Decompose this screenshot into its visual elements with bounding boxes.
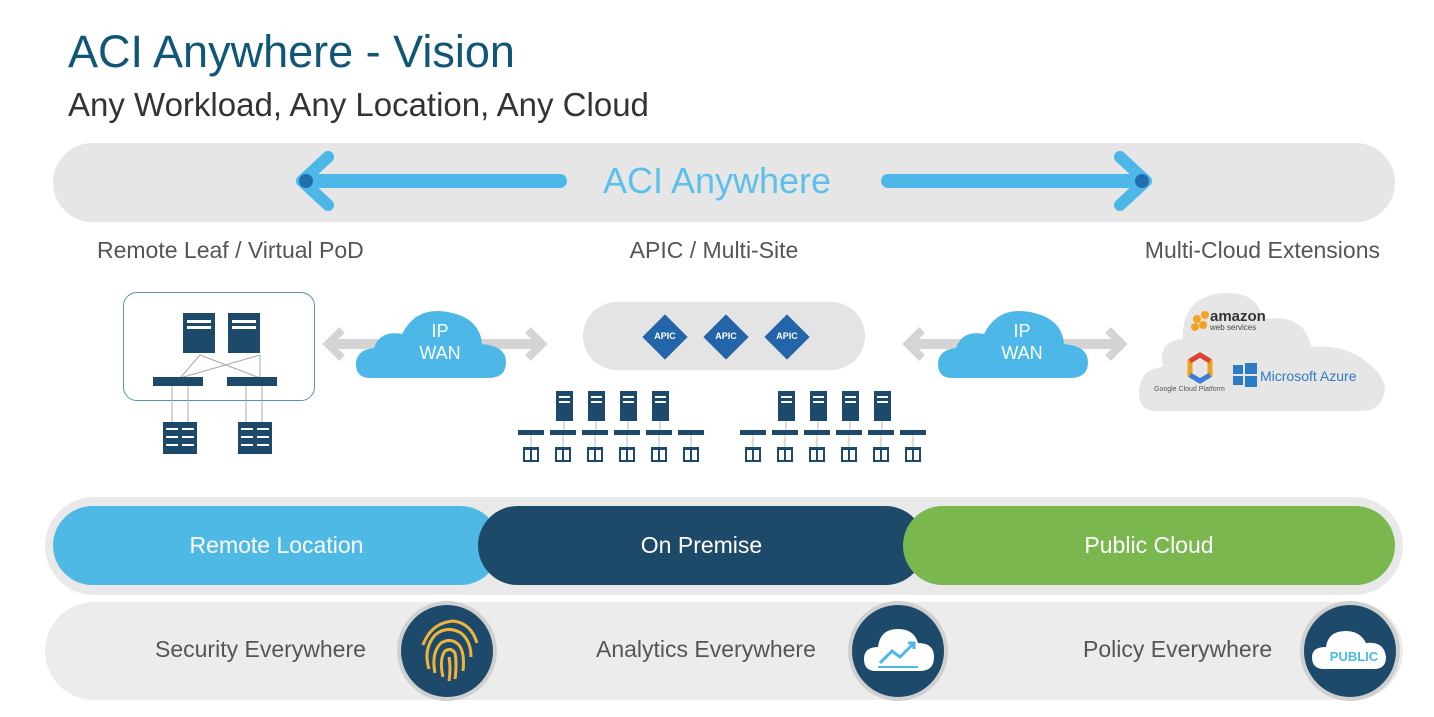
- fingerprint-icon: [401, 605, 493, 697]
- aws-logo-subtext: web services: [1210, 323, 1257, 332]
- azure-logo-text: Microsoft Azure: [1260, 368, 1357, 384]
- google-cloud-logo-text: Google Cloud Platform: [1154, 386, 1225, 393]
- apic-icon: APIC: [641, 314, 689, 360]
- analytics-cloud-icon: [852, 605, 944, 697]
- spine-switch: [778, 391, 795, 421]
- page-subtitle: Any Workload, Any Location, Any Cloud: [68, 86, 649, 123]
- segment-on-premise: On Premise: [478, 506, 925, 585]
- ip-wan-label-left: IP WAN: [419, 321, 461, 363]
- spine-switch: [810, 391, 827, 421]
- ip-wan-label-right: IP WAN: [1001, 321, 1043, 363]
- section-label-apic: APIC / Multi-Site: [629, 237, 799, 263]
- leaf-switch: [614, 430, 640, 435]
- public-badge: PUBLIC: [1329, 649, 1379, 664]
- apic-icon: APIC: [763, 314, 811, 360]
- capability-label-security: Security Everywhere: [155, 636, 366, 662]
- spine-switch: [556, 391, 573, 421]
- leaf-switch: [900, 430, 926, 435]
- leaf-switch: [678, 430, 704, 435]
- leaf-switch: [646, 430, 672, 435]
- page-title: ACI Anywhere - Vision: [68, 26, 515, 77]
- remote-leaf-topology-icon: [153, 313, 277, 454]
- apic-icon: APIC: [702, 314, 750, 360]
- banner-label: ACI Anywhere: [602, 160, 832, 201]
- leaf-switch: [582, 430, 608, 435]
- section-label-remote-leaf: Remote Leaf / Virtual PoD: [97, 237, 364, 263]
- segment-remote-location: Remote Location: [53, 506, 500, 585]
- leaf-switch: [518, 430, 544, 435]
- spine-switch: [842, 391, 859, 421]
- leaf-switch: [804, 430, 830, 435]
- leaf-switch: [836, 430, 862, 435]
- capability-label-policy: Policy Everywhere: [1083, 636, 1273, 662]
- spine-switch: [652, 391, 669, 421]
- multi-cloud-icon: [1139, 292, 1385, 411]
- spine-switch: [620, 391, 637, 421]
- section-label-multicloud: Multi-Cloud Extensions: [1144, 237, 1380, 263]
- public-cloud-icon: PUBLIC: [1304, 605, 1396, 697]
- segment-public-cloud: Public Cloud: [903, 506, 1395, 585]
- capability-label-analytics: Analytics Everywhere: [596, 636, 816, 662]
- leaf-switch: [868, 430, 894, 435]
- spine-switch: [588, 391, 605, 421]
- leaf-switch: [550, 430, 576, 435]
- fabric-topology-icon: [518, 391, 926, 462]
- leaf-switch: [740, 430, 766, 435]
- spine-switch: [874, 391, 891, 421]
- leaf-switch: [772, 430, 798, 435]
